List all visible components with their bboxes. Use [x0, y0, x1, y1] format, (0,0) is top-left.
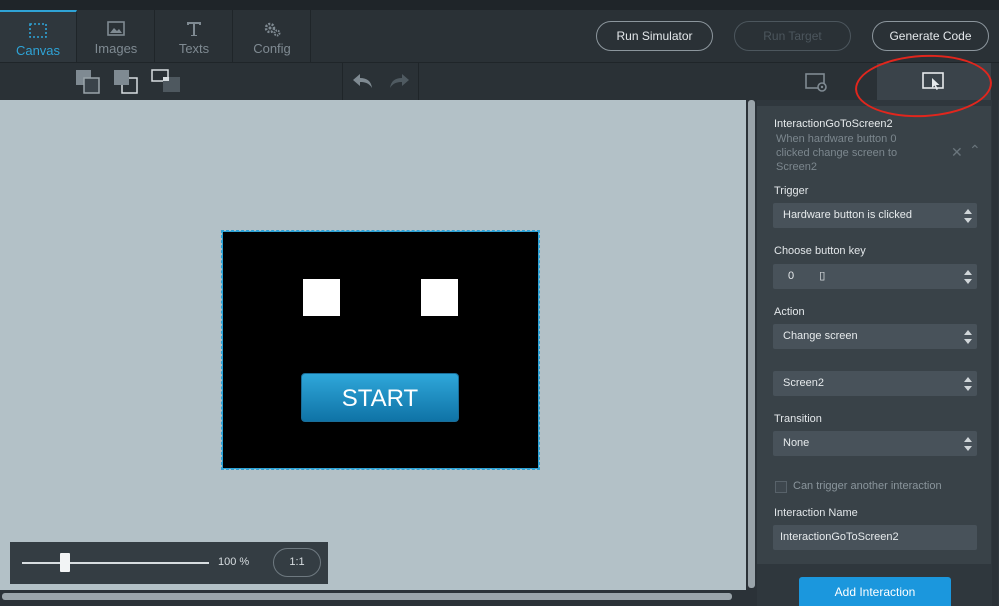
top-toolbar: Canvas Images Texts Config Run Simulator… [0, 0, 999, 62]
screen-settings-icon[interactable] [805, 72, 829, 99]
screen-value: Screen2 [783, 377, 824, 389]
interaction-description: When hardware button 0 clicked change sc… [776, 133, 898, 173]
canvas-toolbar [0, 62, 757, 101]
can-trigger-label: Can trigger another interaction [793, 480, 942, 492]
collapse-interaction-icon[interactable]: ⌃ [969, 142, 981, 159]
trigger-select[interactable]: Hardware button is clicked [773, 203, 977, 228]
spinner-arrows-icon [964, 270, 972, 284]
zoom-slider-track[interactable] [22, 562, 209, 564]
interactions-panel: InteractionGoToScreen2 When hardware but… [757, 100, 999, 606]
tab-label: Config [253, 41, 291, 56]
image-icon [106, 20, 126, 38]
can-trigger-checkbox[interactable] [775, 481, 787, 493]
transition-label: Transition [774, 413, 822, 425]
screen-preview[interactable]: START [221, 230, 540, 470]
action-value: Change screen [783, 330, 858, 342]
tab-texts[interactable]: Texts [156, 10, 233, 62]
panel-scrollbar[interactable] [992, 100, 998, 606]
send-backward-icon[interactable] [113, 69, 139, 100]
interaction-name-input[interactable]: InteractionGoToScreen2 [773, 525, 977, 550]
left-eye-box[interactable] [303, 279, 340, 316]
zoom-control: 100 % 1:1 [10, 542, 328, 584]
tab-label: Images [94, 41, 138, 56]
generate-code-button[interactable]: Generate Code [872, 21, 989, 51]
gears-icon [262, 20, 282, 38]
button-key-select[interactable]: 0 ▯ [773, 264, 977, 289]
screen-select[interactable]: Screen2 [773, 371, 977, 396]
interaction-title: InteractionGoToScreen2 [774, 118, 893, 130]
interaction-card: InteractionGoToScreen2 When hardware but… [757, 106, 991, 564]
action-label: Action [774, 306, 805, 318]
tab-config[interactable]: Config [234, 10, 311, 62]
tab-label: Texts [178, 41, 210, 56]
arrange-icon[interactable] [151, 69, 183, 100]
action-select[interactable]: Change screen [773, 324, 977, 349]
add-interaction-button[interactable]: Add Interaction [799, 577, 951, 606]
scroll-thumb[interactable] [748, 100, 755, 588]
button-key-value: 0 [788, 270, 795, 282]
tab-images[interactable]: Images [78, 10, 155, 62]
redo-icon[interactable] [388, 72, 410, 95]
button-key-glyph: ▯ [819, 270, 826, 282]
text-icon [184, 20, 204, 38]
delete-interaction-icon[interactable]: ✕ [951, 144, 963, 161]
trigger-value: Hardware button is clicked [783, 209, 913, 221]
right-eye-box[interactable] [421, 279, 458, 316]
canvas-horizontal-scrollbar[interactable] [0, 590, 757, 606]
reset-zoom-button[interactable]: 1:1 [273, 548, 321, 577]
spinner-arrows-icon [964, 437, 972, 451]
spinner-arrows-icon [964, 209, 972, 223]
spinner-arrows-icon [964, 377, 972, 391]
interaction-name-label: Interaction Name [774, 507, 858, 519]
spinner-arrows-icon [964, 330, 972, 344]
transition-value: None [783, 437, 810, 449]
trigger-label: Trigger [774, 185, 809, 197]
canvas-vertical-scrollbar[interactable] [746, 100, 757, 590]
interaction-name-value: InteractionGoToScreen2 [780, 531, 899, 543]
zoom-slider-thumb[interactable] [60, 553, 70, 572]
run-target-button[interactable]: Run Target [734, 21, 851, 51]
run-simulator-button[interactable]: Run Simulator [596, 21, 713, 51]
transition-select[interactable]: None [773, 431, 977, 456]
title-strip [0, 0, 999, 10]
undo-icon[interactable] [352, 72, 374, 95]
zoom-value: 100 % [218, 556, 250, 568]
tab-canvas[interactable]: Canvas [0, 10, 77, 62]
start-button[interactable]: START [301, 373, 459, 422]
button-key-label: Choose button key [774, 245, 866, 257]
toolbar-divider [418, 63, 419, 101]
app-window: Canvas Images Texts Config Run Simulator… [0, 0, 999, 606]
canvas-select-icon [28, 22, 48, 40]
toolbar-divider [342, 63, 343, 101]
scroll-thumb[interactable] [2, 593, 732, 600]
tab-label: Canvas [15, 43, 61, 58]
bring-forward-icon[interactable] [75, 69, 101, 100]
